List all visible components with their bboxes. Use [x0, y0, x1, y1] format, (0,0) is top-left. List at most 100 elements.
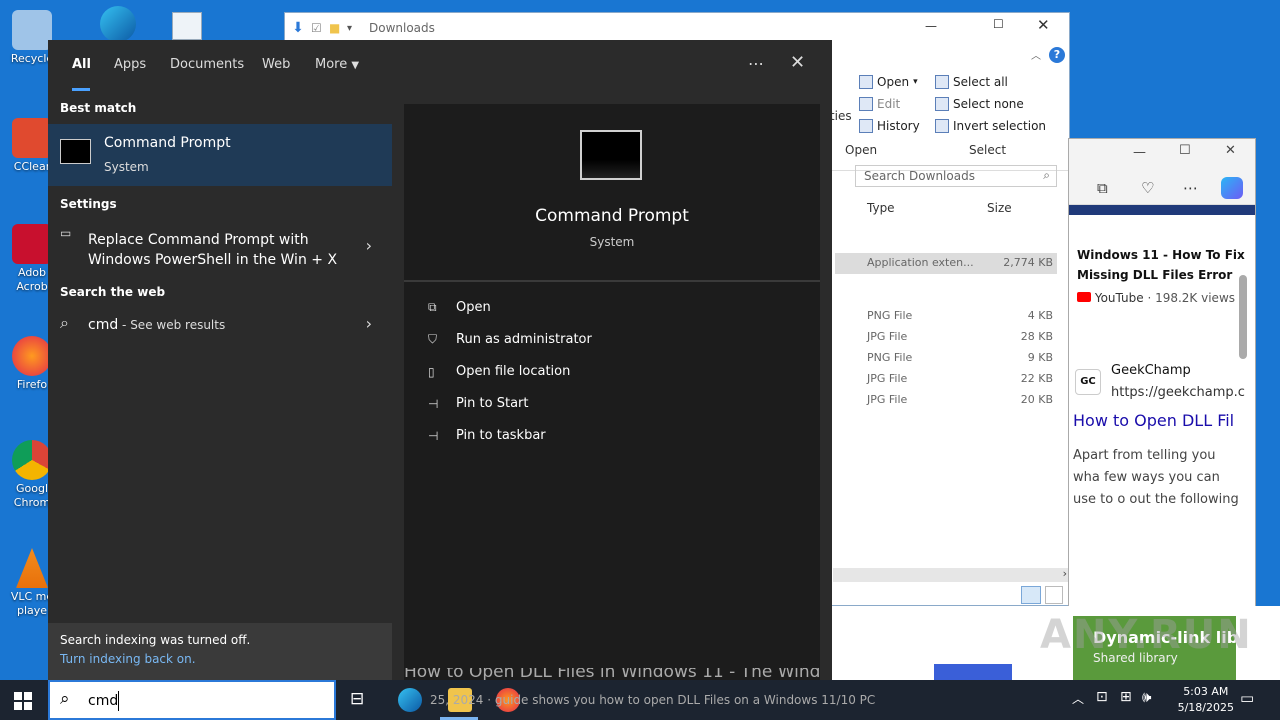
system-clock[interactable]: 5:03 AM 5/18/2025	[1178, 684, 1234, 716]
action-label: Run as administrator	[456, 332, 592, 347]
file-row[interactable]: PNG File 9 KB	[835, 348, 1057, 369]
file-size: 4 KB	[1027, 309, 1053, 322]
usb-icon[interactable]: ⊡	[1096, 689, 1108, 705]
action-pin-to-start[interactable]: ⊣ Pin to Start	[428, 396, 528, 411]
browser-window[interactable]: — ☐ ✕ ⧉ ♡ ⋯ Windows 11 - How To Fix Miss…	[1068, 138, 1256, 620]
explorer-titlebar: ⬇ ☑ ■ ▾ Downloads — ☐ ✕	[285, 13, 1069, 43]
open-button[interactable]: Open ▾	[859, 75, 918, 89]
file-size: 28 KB	[1020, 330, 1053, 343]
chevron-right-icon[interactable]: ›	[1063, 567, 1067, 580]
minimize-button[interactable]: —	[1133, 145, 1146, 160]
action-pin-to-taskbar[interactable]: ⊣ Pin to taskbar	[428, 428, 546, 443]
action-open[interactable]: ⧉ Open	[428, 300, 491, 315]
clock-date: 5/18/2025	[1177, 701, 1234, 714]
tab-all[interactable]: All	[72, 57, 91, 72]
details-view-icon[interactable]	[1021, 586, 1041, 604]
notifications-icon[interactable]: ▭	[1240, 689, 1254, 707]
result-title[interactable]: Windows 11 - How To Fix Missing DLL File…	[1077, 245, 1247, 285]
horizontal-scrollbar[interactable]: ›	[833, 567, 1069, 582]
web-result-item[interactable]: ⌕ cmd - See web results ›	[48, 306, 392, 346]
file-row[interactable]: JPG File 22 KB	[835, 369, 1057, 390]
settings-item[interactable]: ▭ Replace Command Prompt with Windows Po…	[48, 220, 392, 272]
copilot-icon[interactable]	[1221, 177, 1243, 199]
chevron-down-icon: ▼	[351, 60, 360, 71]
vlc-icon	[16, 548, 48, 588]
indexing-notice-text: Search indexing was turned off.	[60, 633, 251, 647]
more-options-icon[interactable]: ⋯	[748, 54, 764, 73]
best-match-item[interactable]: Command Prompt System	[48, 124, 392, 186]
network-icon[interactable]: ⊞	[1120, 689, 1132, 705]
web-result-text: cmd - See web results	[88, 317, 225, 333]
tab-apps[interactable]: Apps	[114, 57, 146, 72]
best-match-header: Best match	[60, 101, 137, 115]
explorer-ribbon: rties Open ▾ Edit History Select all Sele…	[825, 69, 1069, 171]
start-logo-pane	[24, 702, 32, 710]
chevron-right-icon[interactable]: ›	[366, 314, 372, 333]
turn-indexing-on-link[interactable]: Turn indexing back on.	[60, 652, 380, 666]
taskbar-search-input[interactable]: ⌕ cmd	[48, 680, 336, 720]
history-label: History	[877, 119, 920, 133]
pin-icon: ⊣	[428, 428, 439, 443]
file-row[interactable]: JPG File 28 KB	[835, 327, 1057, 348]
search-icon: ⌕	[60, 313, 69, 332]
window-title: Downloads	[369, 21, 435, 35]
vertical-scrollbar[interactable]	[1239, 275, 1247, 359]
dll-thumbnail	[934, 664, 1012, 680]
site-badge: GC	[1075, 369, 1101, 395]
preview-divider	[404, 280, 820, 282]
tab-more[interactable]: More ▼	[315, 57, 359, 72]
file-type: Application exten...	[867, 256, 974, 269]
edge-desktop-icon[interactable]	[100, 6, 136, 42]
chevron-up-icon[interactable]: ︿	[1072, 690, 1084, 707]
windows-start-button[interactable]	[14, 692, 32, 710]
result-link[interactable]: How to Open DLL Fil	[1073, 411, 1234, 430]
site-url[interactable]: https://geekchamp.c	[1111, 385, 1245, 400]
tab-web[interactable]: Web	[262, 57, 290, 72]
collapse-ribbon-icon[interactable]: ︿	[1031, 47, 1041, 62]
file-row[interactable]: PNG File 4 KB	[835, 306, 1057, 327]
action-label: Open file location	[456, 364, 571, 379]
file-size: 2,774 KB	[1003, 256, 1053, 269]
search-icon: ⌕	[60, 689, 70, 709]
start-logo-pane	[24, 692, 32, 700]
start-search-panel[interactable]: All Apps Documents Web More ▼ ⋯ ✕ Best m…	[48, 40, 832, 680]
search-icon: ⌕	[1043, 168, 1050, 182]
edge-taskbar-icon[interactable]	[398, 688, 422, 712]
web-query: cmd	[88, 317, 119, 333]
tab-documents[interactable]: Documents	[170, 57, 244, 72]
file-row[interactable]: Application exten... 2,774 KB	[835, 253, 1057, 274]
file-desktop-icon[interactable]	[172, 12, 202, 40]
chrome-icon	[12, 440, 52, 480]
volume-icon[interactable]: 🕪	[1142, 688, 1151, 706]
edit-button[interactable]: Edit	[859, 97, 900, 111]
select-none-label: Select none	[953, 97, 1024, 111]
help-icon[interactable]: ?	[1049, 47, 1065, 63]
select-all-button[interactable]: Select all	[935, 75, 1008, 89]
properties-icon[interactable]: ☑	[311, 21, 329, 35]
action-label: Pin to Start	[456, 396, 529, 411]
large-icons-view-icon[interactable]	[1045, 586, 1063, 604]
search-downloads-input[interactable]: Search Downloads ⌕	[855, 165, 1057, 187]
heart-pulse-icon[interactable]: ♡	[1141, 179, 1154, 197]
select-none-button[interactable]: Select none	[935, 97, 1024, 111]
close-button[interactable]: ✕	[1037, 16, 1050, 34]
column-header-type[interactable]: Type	[867, 201, 895, 215]
maximize-button[interactable]: ☐	[993, 17, 1004, 31]
chevron-right-icon[interactable]: ›	[366, 236, 372, 255]
more-icon[interactable]: ⋯	[1183, 179, 1198, 197]
search-input-value: cmd	[88, 693, 119, 709]
close-icon[interactable]: ✕	[790, 52, 805, 73]
start-logo-pane	[14, 702, 22, 710]
history-button[interactable]: History	[859, 119, 920, 133]
chevron-down-icon[interactable]: ▾	[347, 23, 363, 34]
task-view-icon[interactable]: ⊟	[350, 689, 364, 709]
minimize-button[interactable]: —	[925, 19, 937, 33]
action-run-as-admin[interactable]: ⛉ Run as administrator	[428, 332, 592, 347]
column-header-size[interactable]: Size	[987, 201, 1012, 215]
maximize-button[interactable]: ☐	[1179, 143, 1191, 158]
close-button[interactable]: ✕	[1225, 143, 1236, 158]
collections-icon[interactable]: ⧉	[1097, 179, 1108, 197]
action-open-file-location[interactable]: ▯ Open file location	[428, 364, 570, 379]
invert-selection-button[interactable]: Invert selection	[935, 119, 1046, 133]
file-row[interactable]: JPG File 20 KB	[835, 390, 1057, 411]
